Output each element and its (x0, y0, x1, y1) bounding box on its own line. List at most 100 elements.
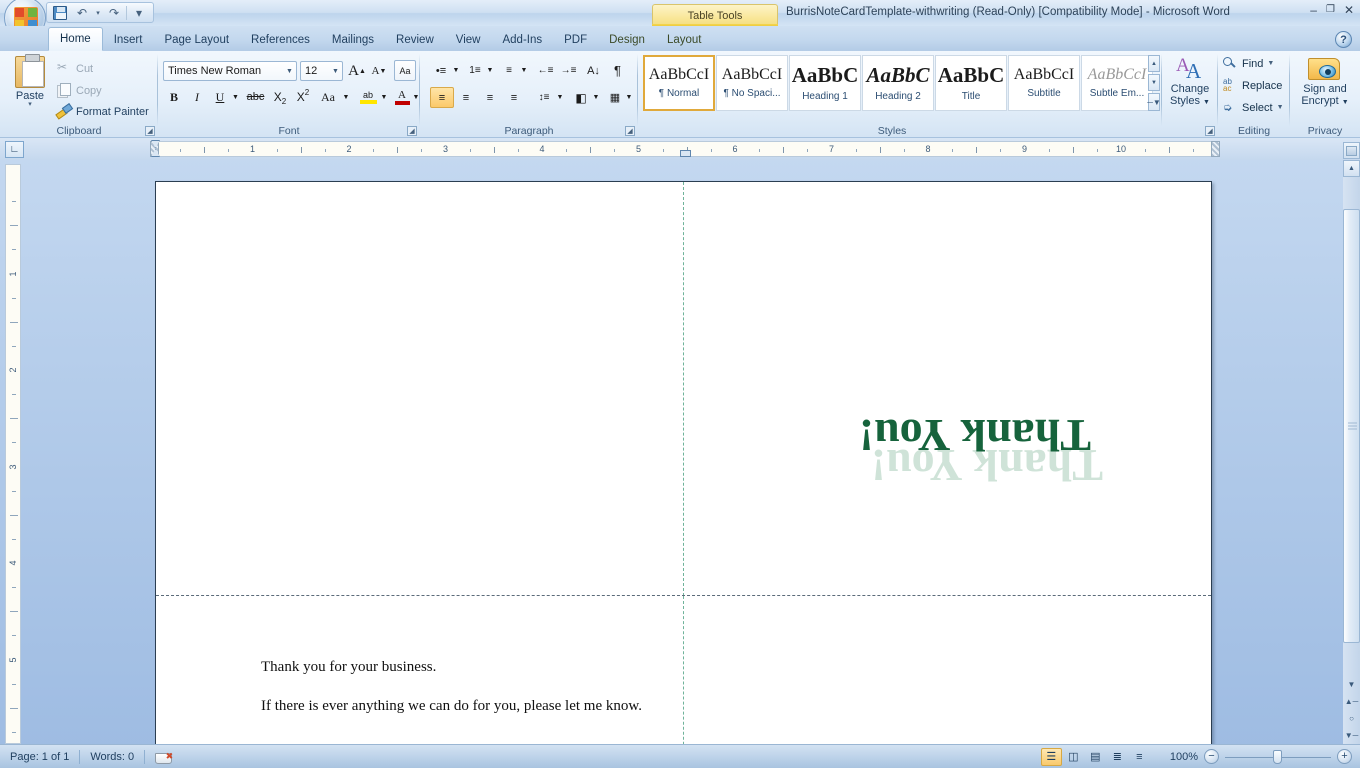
tab-references[interactable]: References (240, 28, 321, 51)
cut-button[interactable]: Cut (56, 60, 93, 76)
tab-page-layout[interactable]: Page Layout (153, 28, 240, 51)
style-subtle-emphasis[interactable]: AaBbCcI Subtle Em... (1081, 55, 1153, 111)
sign-and-encrypt-button[interactable]: Sign and Encrypt ▼ (1298, 55, 1352, 119)
change-case-button[interactable]: Aa (315, 87, 341, 107)
multilevel-list-button[interactable]: ≡ (498, 60, 520, 81)
change-case-dropdown[interactable]: ▼ (341, 87, 351, 107)
paste-dropdown-arrow-icon[interactable]: ▾ (28, 101, 32, 108)
undo-button[interactable]: ↶ (72, 4, 92, 21)
view-full-screen-reading-button[interactable]: ◫ (1063, 748, 1084, 766)
format-painter-button[interactable]: Format Painter (56, 104, 149, 119)
numbering-button[interactable]: 1≡ (464, 60, 486, 81)
vertical-ruler[interactable]: 1 2 3 4 5 (5, 164, 21, 744)
proofing-status-button[interactable] (145, 748, 182, 766)
find-dropdown-arrow-icon[interactable]: ▼ (1267, 60, 1274, 67)
tab-pdf[interactable]: PDF (553, 28, 598, 51)
justify-button[interactable]: ≡ (502, 87, 526, 108)
restore-button[interactable]: ❐ (1326, 4, 1335, 16)
page-indicator[interactable]: Page: 1 of 1 (0, 748, 79, 766)
bullets-dropdown[interactable]: ▼ (451, 60, 461, 81)
font-size-combobox[interactable]: 12 ▼ (300, 61, 343, 81)
word-count[interactable]: Words: 0 (80, 748, 144, 766)
help-icon[interactable]: ? (1335, 31, 1352, 48)
view-draft-button[interactable]: ≡ (1129, 748, 1150, 766)
font-name-chevron-down-icon[interactable]: ▼ (283, 68, 296, 75)
redo-button[interactable]: ↷ (104, 4, 124, 21)
font-color-button[interactable]: A (391, 87, 413, 107)
tab-stop-selector-button[interactable]: ∟ (5, 141, 24, 158)
next-page-button[interactable]: ▼─ (1343, 727, 1360, 744)
shading-dropdown[interactable]: ▼ (591, 87, 601, 108)
highlight-dropdown[interactable]: ▼ (379, 87, 389, 107)
style-title[interactable]: AaBbC Title (935, 55, 1007, 111)
clipboard-dialog-launcher[interactable]: ◢ (145, 126, 155, 136)
copy-button[interactable]: Copy (56, 83, 102, 98)
zoom-slider[interactable] (1219, 749, 1337, 764)
numbering-dropdown[interactable]: ▼ (485, 60, 495, 81)
tab-home[interactable]: Home (48, 27, 103, 51)
bold-button[interactable]: B (163, 87, 185, 107)
subscript-button[interactable]: X2 (269, 87, 291, 107)
tab-add-ins[interactable]: Add-Ins (491, 28, 553, 51)
undo-dropdown[interactable]: ▾ (94, 4, 102, 21)
italic-button[interactable]: I (186, 87, 208, 107)
select-button[interactable]: ➭ Select ▼ (1223, 101, 1284, 115)
shrink-font-button[interactable]: A ▼ (368, 61, 390, 81)
borders-dropdown[interactable]: ▼ (624, 87, 634, 108)
scroll-up-button[interactable]: ▲ (1343, 160, 1360, 177)
styles-dialog-launcher[interactable]: ◢ (1205, 126, 1215, 136)
styles-scroll-down-button[interactable]: ▼ (1148, 74, 1160, 91)
vertical-scroll-thumb[interactable] (1343, 209, 1360, 643)
multilevel-dropdown[interactable]: ▼ (519, 60, 529, 81)
select-dropdown-arrow-icon[interactable]: ▼ (1277, 104, 1284, 111)
font-dialog-launcher[interactable]: ◢ (407, 126, 417, 136)
view-outline-button[interactable]: ≣ (1107, 748, 1128, 766)
change-styles-button[interactable]: A A Change Styles ▼ (1168, 55, 1212, 119)
clear-formatting-button[interactable]: Aa (394, 60, 416, 81)
style-normal[interactable]: AaBbCcI ¶ Normal (643, 55, 715, 111)
line-spacing-button[interactable]: ↕≡ (532, 87, 556, 108)
style-heading-1[interactable]: AaBbC Heading 1 (789, 55, 861, 111)
zoom-level-label[interactable]: 100% (1160, 748, 1204, 766)
superscript-button[interactable]: X2 (292, 87, 314, 107)
vertical-scrollbar[interactable]: ▲ ▼ ▲─ ○ ▼─ (1343, 160, 1360, 744)
zoom-slider-thumb[interactable] (1273, 749, 1282, 764)
show-formatting-marks-button[interactable]: ¶ (606, 60, 629, 81)
previous-page-button[interactable]: ▲─ (1343, 693, 1360, 710)
split-window-button[interactable] (1343, 142, 1360, 159)
save-button[interactable] (50, 4, 70, 21)
tab-insert[interactable]: Insert (103, 28, 154, 51)
paste-button[interactable]: Paste ▾ (9, 54, 51, 119)
document-page[interactable]: Thank You! Thank You! Thank you for your… (155, 181, 1212, 744)
decrease-indent-button[interactable]: ←≡ (534, 60, 557, 81)
tab-review[interactable]: Review (385, 28, 445, 51)
styles-more-button[interactable]: ─▼ (1147, 93, 1161, 111)
increase-indent-button[interactable]: →≡ (557, 60, 580, 81)
tab-design[interactable]: Design (598, 28, 656, 51)
styles-scroll-up-button[interactable]: ▲ (1148, 55, 1160, 72)
tab-mailings[interactable]: Mailings (321, 28, 385, 51)
underline-button[interactable]: U (209, 87, 231, 107)
font-size-chevron-down-icon[interactable]: ▼ (329, 68, 342, 75)
line-spacing-dropdown[interactable]: ▼ (555, 87, 565, 108)
replace-button[interactable]: ab ac Replace (1223, 77, 1282, 93)
find-button[interactable]: Find ▼ (1223, 57, 1274, 70)
strikethrough-button[interactable]: abc (243, 87, 268, 107)
view-web-layout-button[interactable]: ▤ (1085, 748, 1106, 766)
style-heading-2[interactable]: AaBbC Heading 2 (862, 55, 934, 111)
minimize-button[interactable]: – (1310, 4, 1317, 16)
bullets-button[interactable]: •≡ (430, 60, 452, 81)
tab-view[interactable]: View (445, 28, 492, 51)
tab-layout[interactable]: Layout (656, 28, 713, 51)
highlight-color-button[interactable]: ab (356, 87, 380, 107)
select-browse-object-button[interactable]: ○ (1343, 710, 1360, 727)
style-no-spacing[interactable]: AaBbCcI ¶ No Spaci... (716, 55, 788, 111)
scroll-down-button[interactable]: ▼ (1343, 676, 1360, 693)
style-subtitle[interactable]: AaBbCcI Subtitle (1008, 55, 1080, 111)
document-canvas[interactable]: Thank You! Thank You! Thank you for your… (26, 160, 1334, 744)
zoom-out-button[interactable]: − (1204, 749, 1219, 764)
qat-customize-button[interactable]: ▾ (129, 4, 149, 21)
align-left-button[interactable]: ≡ (430, 87, 454, 108)
paragraph-dialog-launcher[interactable]: ◢ (625, 126, 635, 136)
grow-font-button[interactable]: A ▲ (346, 61, 368, 81)
